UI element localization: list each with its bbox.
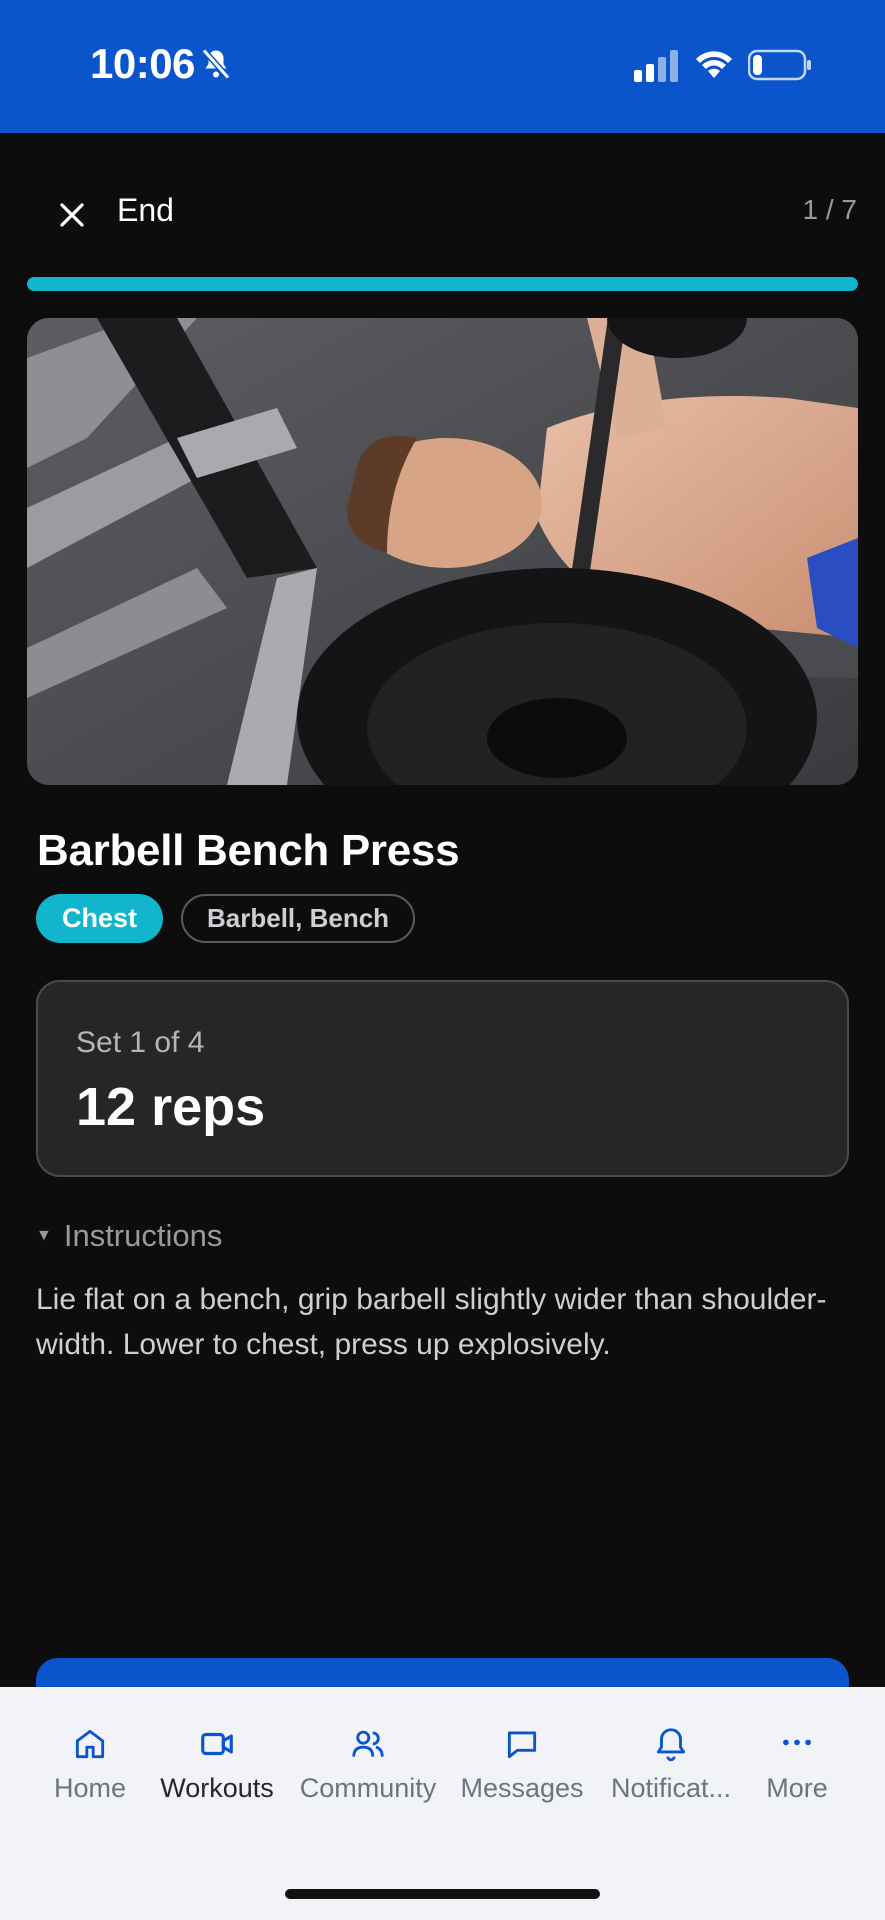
tab-community[interactable]: Community [293, 1725, 443, 1825]
chat-icon [507, 1731, 537, 1759]
tab-more-label: More [766, 1773, 828, 1803]
workout-progress-fill [27, 277, 858, 291]
workout-header: End 1 / 7 [0, 133, 885, 283]
status-bar: 10:06 [0, 0, 885, 133]
instructions-text: Lie flat on a bench, grip barbell slight… [36, 1283, 827, 1361]
tab-home-label: Home [53, 1773, 127, 1803]
set-card: Set 1 of 4 12 reps [36, 980, 849, 1177]
battery-icon [748, 49, 811, 81]
bottom-tab-bar: Home Workouts Community Messages Notific… [0, 1687, 885, 1920]
wifi-icon [696, 51, 732, 78]
bell-icon [656, 1728, 686, 1762]
equipment-tag: Barbell, Bench [181, 894, 416, 943]
tab-home[interactable]: Home [50, 1725, 130, 1825]
end-workout-button[interactable]: End [117, 192, 174, 229]
tab-more[interactable]: More [757, 1725, 837, 1825]
muscle-tag: Chest [36, 894, 164, 943]
tab-notifications[interactable]: Notificat... [601, 1725, 741, 1825]
home-icon [75, 1729, 105, 1759]
home-indicator [285, 1889, 600, 1899]
status-time: 10:06 [90, 40, 195, 87]
instructions-toggle-label: Instructions [63, 1218, 223, 1253]
tab-workouts-label: Workouts [160, 1773, 274, 1803]
reps-label: 12 reps [76, 1077, 266, 1137]
workout-progress-bar [27, 277, 858, 291]
tab-messages[interactable]: Messages [455, 1725, 589, 1825]
instructions-toggle[interactable]: ▼ Instructions [36, 1218, 222, 1254]
video-icon [201, 1732, 233, 1756]
caret-down-icon: ▼ [36, 1227, 52, 1244]
tab-messages-label: Messages [460, 1773, 584, 1803]
close-icon[interactable] [48, 191, 96, 239]
users-icon [352, 1730, 384, 1757]
more-dots-icon [783, 1739, 811, 1746]
bell-muted-icon [201, 48, 231, 80]
exercise-title: Barbell Bench Press [37, 826, 460, 875]
exercise-counter: 1 / 7 [802, 194, 857, 225]
tab-notifications-label: Notificat... [610, 1773, 732, 1803]
cellular-signal-icon [634, 50, 678, 82]
tab-community-label: Community [299, 1773, 437, 1803]
exercise-photo [27, 318, 858, 785]
tab-workouts[interactable]: Workouts [152, 1725, 282, 1825]
set-label: Set 1 of 4 [76, 1026, 205, 1059]
